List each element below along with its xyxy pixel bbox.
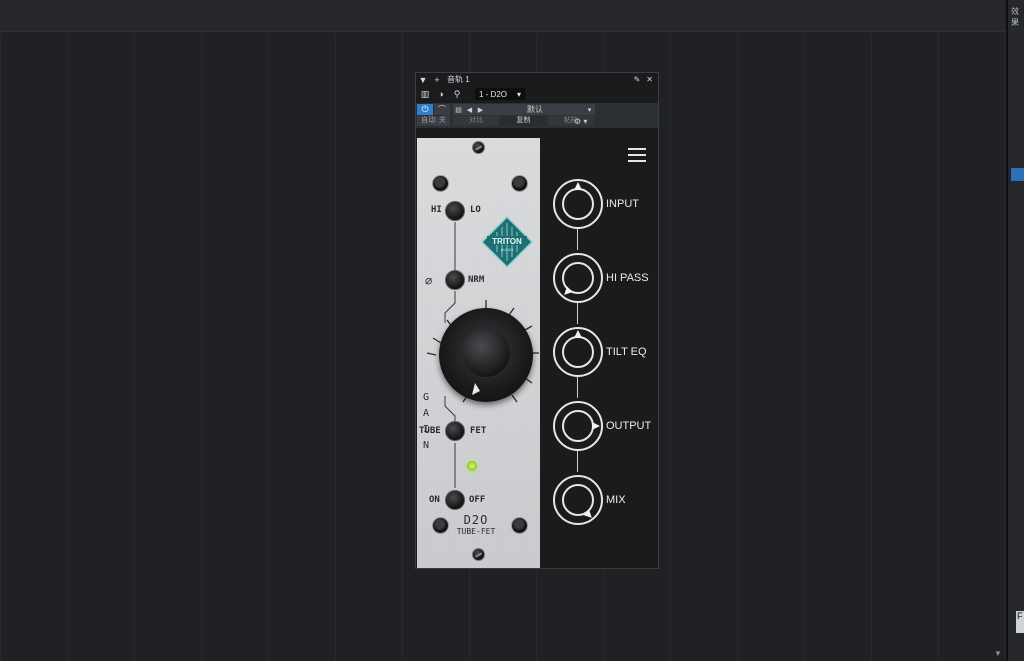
knob-pointer-icon	[574, 182, 582, 190]
knob-pointer-icon	[574, 330, 582, 338]
off-label: OFF	[469, 495, 486, 505]
pin-icon[interactable]: ✎	[634, 75, 641, 84]
input-label: INPUT	[606, 198, 639, 210]
knob-pointer-icon	[592, 422, 600, 430]
routing-icon[interactable]: ⚲	[451, 89, 463, 100]
triton-logo: TRITON AUDIO	[480, 215, 534, 269]
menu-icon[interactable]	[628, 148, 646, 162]
output-knob[interactable]	[553, 401, 603, 451]
input-knob[interactable]	[553, 179, 603, 229]
gain-label: G A I N	[422, 392, 430, 451]
power-button[interactable]: ⏻	[417, 104, 433, 115]
scroll-down-icon[interactable]: ▼	[994, 649, 1002, 658]
copy-button[interactable]: 复制	[500, 116, 547, 126]
preset-selector[interactable]: ▤ ◀ ▶ 默认 ▾	[453, 104, 595, 115]
power-led	[467, 461, 477, 471]
plugin-titlebar[interactable]: ▼ + 音轨 1 ✎ ✕	[416, 73, 658, 86]
prev-preset-icon[interactable]: ◀	[464, 106, 475, 114]
screw-icon	[472, 141, 485, 154]
chevron-down-icon[interactable]: ▾	[584, 106, 595, 114]
collapse-icon[interactable]: ▼	[416, 75, 430, 85]
mix-label: MIX	[606, 494, 626, 506]
add-icon[interactable]: +	[430, 75, 444, 85]
screw-icon	[472, 548, 485, 561]
gain-pointer-icon	[472, 383, 480, 395]
tilt-eq-label: TILT EQ	[606, 346, 647, 358]
mix-knob[interactable]	[553, 475, 603, 525]
daw-toolbar	[0, 0, 1006, 32]
side-button[interactable]: F	[1016, 611, 1024, 633]
output-label: OUTPUT	[606, 420, 652, 432]
plugin-faceplate: HI LO TRITON AUDIO ∅ NRM G A I N TUBE FE…	[417, 138, 540, 568]
bypass-icon[interactable]: ⌒	[434, 104, 450, 115]
plugin-window: ▼ + 音轨 1 ✎ ✕ ▥ ◑ ⚲ 1 - D2O ▾ ⏻ ⌒ 自动: 关 ▤…	[415, 72, 659, 569]
hi-pass-label: HI PASS	[606, 272, 649, 284]
compare-button[interactable]: 对比	[453, 116, 500, 126]
jack-icon	[511, 517, 528, 534]
gear-icon[interactable]: ⚙ ▾	[574, 117, 587, 126]
model-name: D2O TUBE-FET	[456, 513, 496, 536]
tilt-eq-knob[interactable]	[553, 327, 603, 377]
right-panel: 效果 F	[1008, 0, 1024, 661]
logo-text: TRITON	[492, 237, 522, 246]
track-title: 音轨 1	[447, 75, 470, 84]
next-preset-icon[interactable]: ▶	[475, 106, 486, 114]
phase-icon: ∅	[425, 274, 433, 288]
tube-fet-switch[interactable]	[445, 421, 465, 441]
on-label: ON	[429, 495, 440, 505]
lo-label: LO	[470, 205, 481, 215]
control-panel: INPUT HI PASS TILT EQ OUTPUT MIX	[540, 138, 658, 568]
gain-knob[interactable]	[439, 308, 533, 402]
preset-name: 默认	[527, 105, 543, 114]
jack-icon	[511, 175, 528, 192]
phase-switch[interactable]	[445, 270, 465, 290]
instrument-select[interactable]: 1 - D2O ▾	[475, 88, 525, 100]
nrm-label: NRM	[468, 275, 485, 285]
selected-item-marker[interactable]	[1011, 168, 1024, 181]
on-off-switch[interactable]	[445, 490, 465, 510]
jack-icon	[432, 175, 449, 192]
close-icon[interactable]: ✕	[646, 75, 653, 84]
file-icon[interactable]: ▤	[453, 106, 464, 114]
fet-label: FET	[470, 426, 487, 436]
automation-button[interactable]: 自动: 关	[417, 116, 450, 126]
hi-pass-knob[interactable]	[553, 253, 603, 303]
hi-label: HI	[431, 205, 442, 215]
plugin-row: ▥ ◑ ⚲ 1 - D2O ▾	[416, 86, 658, 102]
mixer-icon[interactable]: ▥	[419, 89, 431, 100]
hi-lo-switch[interactable]	[445, 201, 465, 221]
meter-icon[interactable]: ◑	[435, 89, 447, 99]
chevron-down-icon: ▾	[516, 89, 521, 99]
logo-subtext: AUDIO	[501, 247, 514, 252]
preset-bar: ⏻ ⌒ 自动: 关 ▤ ◀ ▶ 默认 ▾ 对比 复制 粘贴 ⚙ ▾	[416, 103, 658, 128]
effects-tab[interactable]: 效果	[1011, 6, 1024, 28]
tube-label: TUBE	[419, 426, 441, 436]
